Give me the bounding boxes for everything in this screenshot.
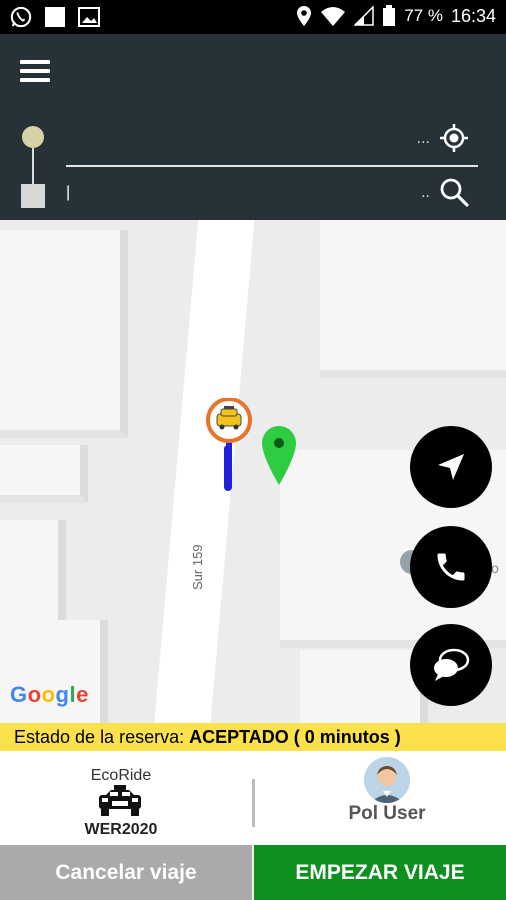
street-label: Sur 159 [190,544,205,590]
taxi-location-pin-icon [206,398,252,456]
menu-icon [20,60,50,64]
phone-icon [437,553,465,581]
user-avatar-icon [364,757,410,803]
clock: 16:34 [450,5,496,26]
navigation-button[interactable] [410,426,492,508]
trip-info-panel: EcoRide WER2020 Pol User [0,751,506,845]
user-name: Pol User [348,803,426,824]
status-bar: 77 % 16:34 [0,0,506,34]
map-building [320,220,506,378]
map-road [151,220,256,723]
image-icon [78,7,100,27]
taxi-icon [99,785,141,816]
my-location-icon[interactable] [438,122,470,154]
chat-icon [434,648,470,681]
cancel-trip-button[interactable]: Cancelar viaje [0,845,252,900]
drop-field[interactable]: | .. [66,176,476,212]
battery-percent: 77 % [404,6,443,25]
search-icon[interactable] [438,176,470,208]
drop-ellipsis: .. [421,184,430,201]
start-trip-button[interactable]: EMPEZAR VIAJE [254,845,506,900]
menu-button[interactable] [20,60,50,86]
booking-status-value: ACEPTADO ( 0 minutos ) [189,727,401,747]
map[interactable]: Sur 159 lo Google [0,220,506,723]
pickup-field[interactable]: ... [66,122,478,167]
wifi-icon [321,7,346,26]
square-icon [45,7,65,27]
booking-status-strip: Estado de la reserva: ACEPTADO ( 0 minut… [0,723,506,751]
whatsapp-icon [10,6,32,28]
signal-icon [354,6,374,26]
field-divider [66,165,478,167]
destination-marker-icon [21,184,45,208]
navigation-icon [438,454,464,480]
drop-input[interactable]: | [66,184,70,202]
info-divider [252,779,255,827]
pickup-input[interactable] [66,126,420,156]
map-building [0,230,128,438]
vehicle-plate: WER2020 [84,821,158,838]
google-logo: Google [10,682,89,707]
map-building [0,520,66,628]
booking-status-label: Estado de la reserva: [14,727,185,747]
pickup-marker-icon [22,126,44,148]
pickup-ellipsis: ... [416,130,430,147]
location-icon [297,6,312,26]
chat-button[interactable] [410,624,492,706]
call-button[interactable] [410,526,492,608]
route-connector [32,148,34,184]
avatar [364,757,410,803]
map-building [0,445,88,503]
battery-icon [383,5,396,26]
destination-pin-icon [262,426,296,485]
top-bar: ... | .. [0,34,506,220]
map-building [300,650,428,723]
